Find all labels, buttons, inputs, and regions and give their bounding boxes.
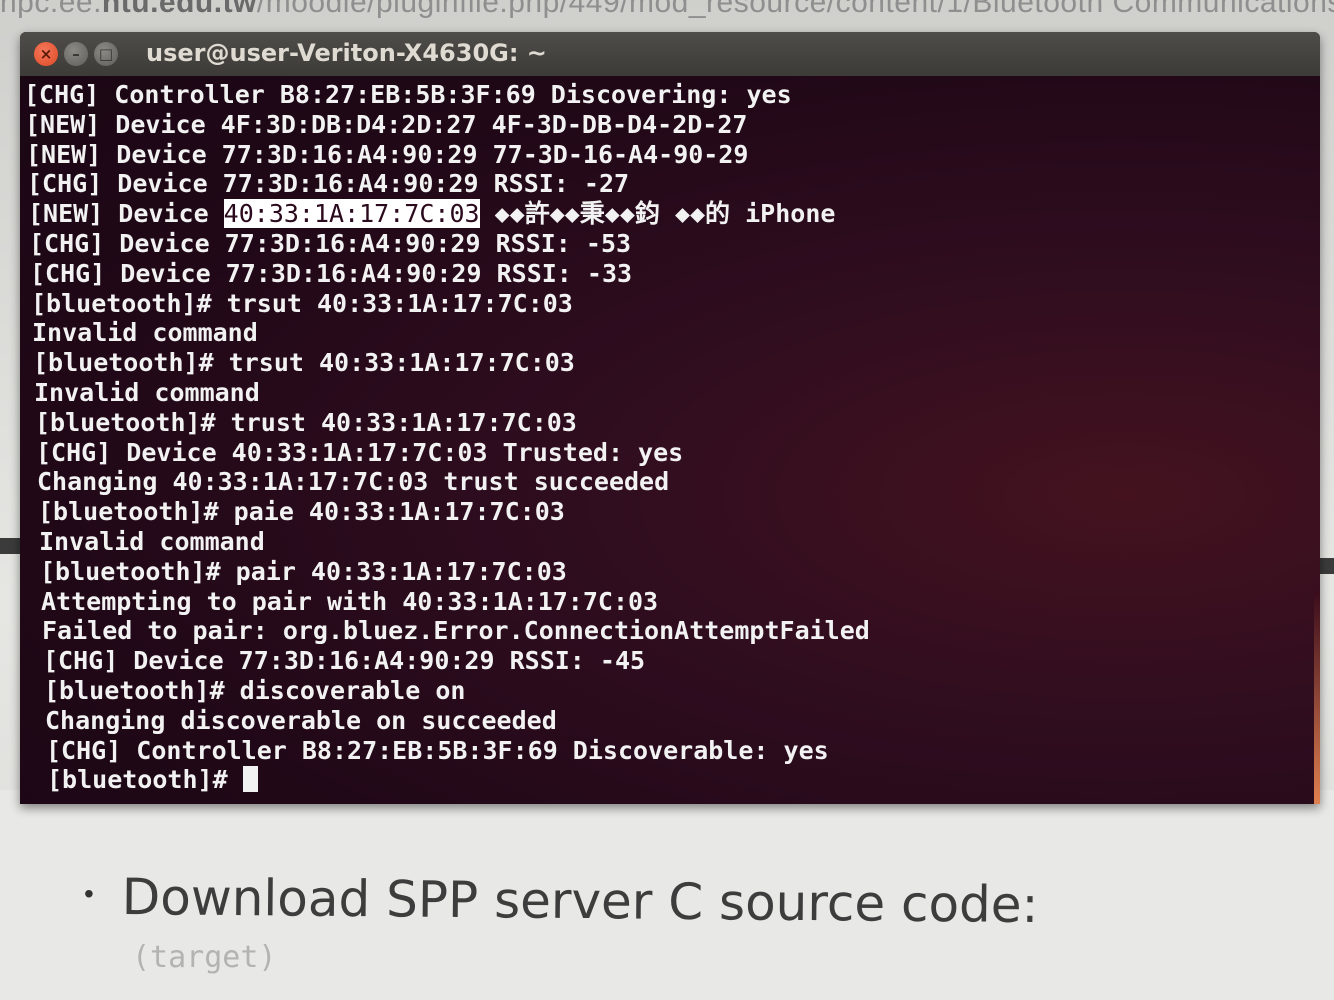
terminal-line: [bluetooth]# trust 40:33:1A:17:7C:03	[35, 407, 577, 437]
window-title: user@user-Veriton-X4630G: ~	[146, 39, 547, 67]
terminal-line: Invalid command	[34, 377, 260, 407]
prompt-line[interactable]: [bluetooth]#	[24, 765, 1310, 795]
terminal-line: [bluetooth]# trsut 40:33:1A:17:7C:03	[31, 288, 573, 318]
terminal-line: [bluetooth]# trsut 40:33:1A:17:7C:03	[33, 348, 575, 378]
url-host: npc.ee.	[0, 0, 102, 19]
terminal-line: [NEW] Device 40:33:1A:17:7C:03 ◆◆許◆◆秉◆◆鈞…	[24, 199, 1310, 229]
selected-text[interactable]: 40:33:1A:17:7C:03	[223, 199, 480, 229]
slide-heading: Download SPP server C source code:	[121, 868, 1039, 934]
terminal-line: Changing discoverable on succeeded	[45, 705, 557, 735]
terminal-line: [bluetooth]# discoverable on	[44, 675, 466, 705]
terminal-line: [CHG] Device 77:3D:16:A4:90:29 RSSI: -27	[27, 169, 630, 199]
minimize-icon[interactable]: –	[64, 42, 88, 66]
bullet-icon: •	[84, 878, 94, 909]
terminal-titlebar[interactable]: × – □ user@user-Veriton-X4630G: ~	[20, 32, 1320, 76]
url-host-domain: ntu.edu.tw	[101, 0, 257, 19]
slide-subtitle: (target)	[132, 940, 277, 975]
close-icon[interactable]: ×	[34, 42, 58, 66]
terminal-output[interactable]: [CHG] Controller B8:27:EB:5B:3F:69 Disco…	[24, 80, 1310, 800]
url-path: /moodle/pluginfile.php/449/mod_resource/…	[256, 0, 1334, 19]
terminal-line: [CHG] Device 77:3D:16:A4:90:29 RSSI: -45	[43, 646, 646, 676]
terminal-line: [CHG] Device 40:33:1A:17:7C:03 Trusted: …	[36, 437, 684, 467]
terminal-line: Invalid command	[39, 526, 265, 556]
browser-url-bar[interactable]: npc.ee.ntu.edu.tw/moodle/pluginfile.php/…	[0, 0, 1334, 22]
terminal-line: [NEW] Device 77:3D:16:A4:90:29 77-3D-16-…	[26, 139, 749, 169]
prompt-text: [bluetooth]#	[47, 765, 243, 795]
text-cursor	[242, 766, 258, 793]
terminal-line: [CHG] Controller B8:27:EB:5B:3F:69 Disco…	[24, 80, 792, 109]
photo-stage: npc.ee.ntu.edu.tw/moodle/pluginfile.php/…	[0, 0, 1334, 1000]
terminal-line: Invalid command	[32, 318, 258, 348]
terminal-line: [bluetooth]# pair 40:33:1A:17:7C:03	[40, 556, 567, 586]
terminal-window[interactable]: × – □ user@user-Veriton-X4630G: ~ [CHG] …	[20, 32, 1320, 804]
terminal-line: [CHG] Controller B8:27:EB:5B:3F:69 Disco…	[46, 735, 829, 765]
terminal-line: [CHG] Device 77:3D:16:A4:90:29 RSSI: -53	[29, 228, 632, 258]
window-edge-glow	[1314, 592, 1320, 804]
terminal-line-prefix: [NEW] Device	[28, 199, 224, 229]
terminal-line: Changing 40:33:1A:17:7C:03 trust succeed…	[37, 467, 670, 497]
terminal-line: [CHG] Device 77:3D:16:A4:90:29 RSSI: -33	[30, 258, 633, 288]
terminal-line: Attempting to pair with 40:33:1A:17:7C:0…	[41, 586, 659, 616]
terminal-line: [NEW] Device 4F:3D:DB:D4:2D:27 4F-3D-DB-…	[25, 109, 748, 139]
maximize-icon[interactable]: □	[94, 42, 118, 66]
terminal-line: [bluetooth]# paie 40:33:1A:17:7C:03	[38, 497, 565, 527]
terminal-line: Failed to pair: org.bluez.Error.Connecti…	[42, 616, 870, 646]
terminal-line-suffix: ◆◆許◆◆秉◆◆鈞 ◆◆的 iPhone	[479, 199, 836, 229]
